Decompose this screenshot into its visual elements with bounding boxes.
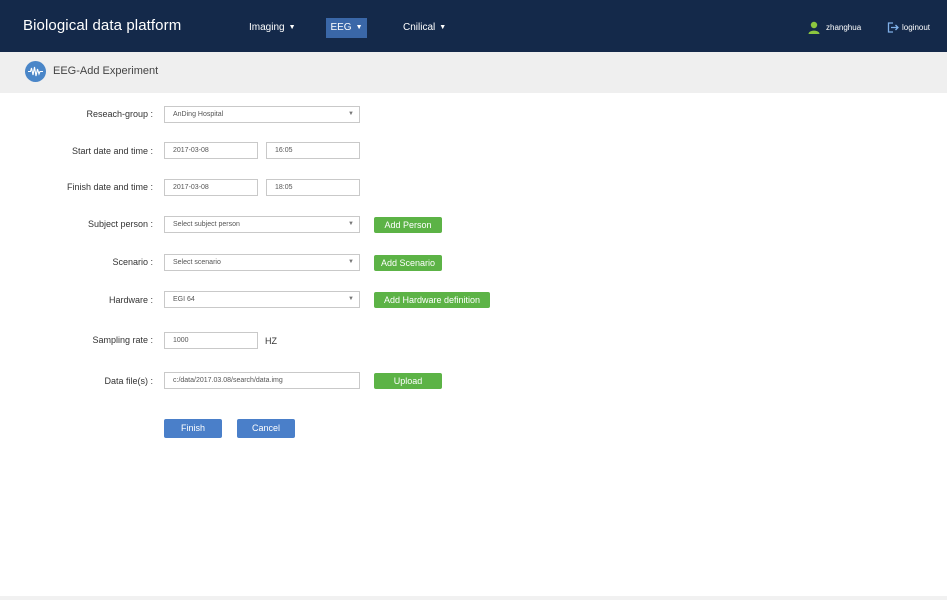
page-title: EEG-Add Experiment: [53, 65, 159, 77]
data-file-input[interactable]: c:/data/2017.03.08/search/data.img: [164, 372, 360, 389]
subject-person-select[interactable]: Select subject person ▼: [164, 216, 360, 233]
start-date-input[interactable]: 2017-03-08: [164, 142, 258, 159]
add-person-button[interactable]: Add Person: [374, 217, 442, 233]
nav-clinical[interactable]: Cnilical ▼: [403, 18, 446, 38]
logout-link[interactable]: loginout: [887, 18, 930, 38]
dropdown-arrow-icon: ▼: [348, 296, 354, 302]
hardware-value: EGI 64: [173, 296, 195, 303]
sampling-rate-unit: HZ: [265, 336, 277, 346]
footer-divider: [0, 596, 947, 600]
page-header: EEG-Add Experiment: [0, 52, 947, 93]
start-time-input[interactable]: 16:05: [266, 142, 360, 159]
sampling-rate-input[interactable]: 1000: [164, 332, 258, 349]
hardware-label: Hardware :: [108, 295, 153, 305]
logout-label: loginout: [902, 23, 931, 32]
nav-eeg-label: EEG: [330, 22, 352, 33]
dropdown-arrow-icon: ▼: [348, 259, 354, 265]
user-icon: [808, 21, 820, 34]
subject-person-label: Subject person :: [87, 219, 153, 229]
research-group-value: AnDing Hospital: [173, 111, 224, 118]
add-hardware-definition-button[interactable]: Add Hardware definition: [374, 292, 490, 308]
app-title: Biological data platform: [23, 17, 182, 34]
nav-imaging-label: Imaging: [249, 22, 285, 33]
finish-date-input[interactable]: 2017-03-08: [164, 179, 258, 196]
finish-button[interactable]: Finish: [164, 419, 222, 438]
add-scenario-button[interactable]: Add Scenario: [374, 255, 442, 271]
eeg-wave-icon: [25, 61, 46, 82]
dropdown-arrow-icon: ▼: [348, 221, 354, 227]
finish-time-input[interactable]: 18:05: [266, 179, 360, 196]
nav-imaging[interactable]: Imaging ▼: [249, 18, 296, 38]
research-group-label: Reseach-group :: [86, 109, 153, 119]
caret-down-icon: ▼: [439, 24, 447, 31]
finish-datetime-label: Finish date and time :: [66, 182, 153, 192]
caret-down-icon: ▼: [355, 24, 363, 31]
scenario-placeholder: Select scenario: [173, 259, 221, 266]
upload-button[interactable]: Upload: [374, 373, 442, 389]
data-file-label: Data file(s) :: [104, 376, 153, 386]
user-menu[interactable]: zhanghua: [808, 18, 861, 38]
caret-down-icon: ▼: [288, 24, 296, 31]
research-group-select[interactable]: AnDing Hospital ▼: [164, 106, 360, 123]
subject-person-placeholder: Select subject person: [173, 221, 240, 228]
top-navigation-bar: Biological data platform Imaging ▼ EEG ▼ C…: [0, 0, 947, 52]
start-datetime-label: Start date and time :: [71, 146, 153, 156]
nav-clinical-label: Cnilical: [403, 22, 436, 33]
cancel-button[interactable]: Cancel: [237, 419, 295, 438]
scenario-select[interactable]: Select scenario ▼: [164, 254, 360, 271]
scenario-label: Scenario :: [112, 257, 153, 267]
username: zhanghua: [826, 23, 862, 32]
nav-eeg[interactable]: EEG ▼: [326, 18, 367, 38]
hardware-select[interactable]: EGI 64 ▼: [164, 291, 360, 308]
logout-icon: [887, 22, 899, 33]
sampling-rate-label: Sampling rate :: [92, 335, 153, 345]
dropdown-arrow-icon: ▼: [348, 111, 354, 117]
